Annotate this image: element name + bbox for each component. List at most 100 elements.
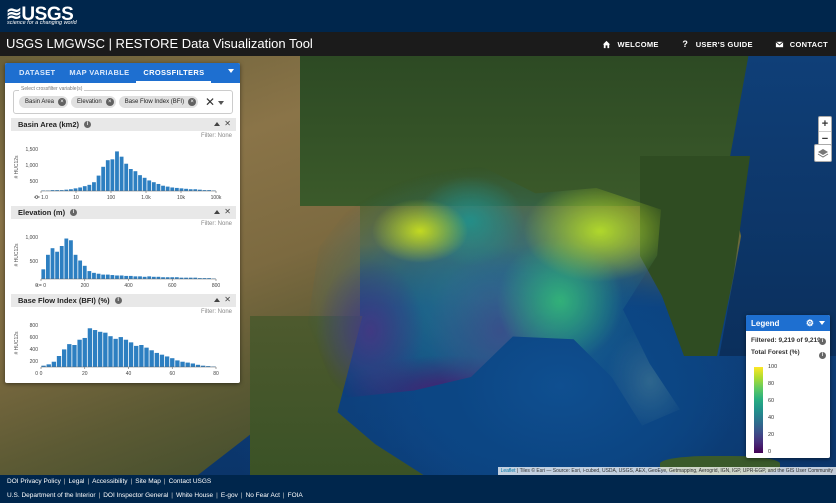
histogram-bar[interactable] [96,273,101,279]
tab-dataset[interactable]: DATASET [12,63,62,83]
histogram-bar[interactable] [179,188,184,191]
histogram-bar[interactable] [159,354,165,367]
histogram-bar[interactable] [190,363,196,367]
tab-crossfilters[interactable]: CROSSFILTERS [136,63,212,83]
histogram-bar[interactable] [164,356,170,367]
histogram-bar[interactable] [46,364,51,367]
histogram-bar[interactable] [51,361,57,367]
chip-remove-icon[interactable]: × [105,98,114,106]
histogram-bar[interactable] [133,276,138,279]
footer-link[interactable]: FOIA [288,492,303,499]
clear-selection-icon[interactable]: ✕ [205,95,215,109]
histogram-bar[interactable] [101,166,106,191]
huc12-points-layer[interactable] [307,161,680,426]
histogram-bar[interactable] [133,171,138,191]
histogram-bar[interactable] [77,339,82,367]
histogram-bar[interactable] [101,274,106,279]
tab-map-variable[interactable]: MAP VARIABLE [62,63,136,83]
collapse-card-icon[interactable] [214,298,220,302]
zoom-out-button[interactable]: − [819,131,831,145]
crossfilter-select[interactable]: Select crossfilter variable(s) Basin Are… [13,86,233,114]
histogram-bar[interactable] [103,332,108,367]
chip-bfi[interactable]: Base Flow Index (BFI) × [118,96,199,108]
gear-icon[interactable]: ⚙ [806,318,814,329]
collapse-card-icon[interactable] [214,210,220,214]
footer-link[interactable]: DOI Privacy Policy [7,478,61,485]
nav-contact[interactable]: CONTACT [775,40,828,49]
footer-link[interactable]: Site Map [135,478,161,485]
histogram-bar[interactable] [108,336,113,367]
histogram-bar[interactable] [59,246,64,279]
histogram-bar[interactable] [170,187,175,191]
leaflet-link[interactable]: Leaflet [501,468,516,474]
footer-link[interactable]: U.S. Department of the Interior [7,492,96,499]
histogram-bar[interactable] [138,276,142,279]
histogram-bar[interactable] [87,271,92,279]
close-card-icon[interactable]: ✕ [224,295,231,304]
histogram-bar[interactable] [64,238,69,279]
histogram-bar[interactable] [87,328,93,367]
histogram-bar[interactable] [147,180,152,191]
histogram-bar[interactable] [82,337,87,367]
histogram-bar[interactable] [147,276,152,279]
footer-link[interactable]: DOI Inspector General [103,492,168,499]
legend-collapse-icon[interactable] [819,321,825,325]
footer-link[interactable]: Accessibility [92,478,127,485]
histogram-bar[interactable] [185,362,190,367]
histogram-bar[interactable] [115,151,119,191]
info-icon[interactable]: i [819,338,826,345]
histogram-bar[interactable] [139,345,144,367]
histogram-bar[interactable] [72,345,77,367]
histogram-bar[interactable] [175,360,180,367]
histogram-bar[interactable] [144,347,149,367]
histogram-bar[interactable] [50,248,55,279]
histogram-bar[interactable] [154,352,159,367]
histogram-bar[interactable] [124,163,129,191]
footer-link[interactable]: Legal [69,478,85,485]
histogram-bar[interactable] [142,177,147,191]
histogram-bar[interactable] [92,182,96,191]
histogram-bar[interactable] [78,260,83,279]
chip-remove-icon[interactable]: × [58,98,67,106]
histogram-bar[interactable] [170,358,175,367]
histogram-bar[interactable] [174,187,179,191]
histogram-bar[interactable] [56,356,62,367]
histogram-bar[interactable] [142,276,147,279]
histogram-bar[interactable] [73,188,78,191]
histogram-elevation[interactable]: # HUC12s1,0005000<= 0 200 400 600 800 [11,219,236,292]
histogram-bar[interactable] [134,345,139,367]
histogram-bar[interactable] [161,185,165,191]
histogram-bar[interactable] [119,275,124,279]
histogram-bar[interactable] [180,361,185,367]
close-card-icon[interactable]: ✕ [224,207,231,216]
footer-link[interactable]: E-gov [221,492,238,499]
chip-basin-area[interactable]: Basin Area × [19,96,69,108]
info-icon[interactable]: i [819,352,826,359]
histogram-bar[interactable] [98,331,103,367]
histogram-bfi[interactable]: # HUC12s8006004002000 0 20 40 60 80 [11,307,236,380]
chip-remove-icon[interactable]: × [188,98,197,106]
histogram-bar[interactable] [115,275,119,279]
footer-link[interactable]: Contact USGS [169,478,212,485]
histogram-bar[interactable] [87,184,92,191]
histogram-bar[interactable] [82,265,87,279]
histogram-bar[interactable] [149,350,154,367]
histogram-basin-area[interactable]: # HUC12s1,5001,0005000<= 1.0 10 100 1.0k 10k… [11,131,236,204]
histogram-bar[interactable] [128,342,134,367]
histogram-bar[interactable] [195,364,201,367]
histogram-bar[interactable] [156,183,161,191]
close-card-icon[interactable]: ✕ [224,119,231,128]
histogram-bar[interactable] [156,276,161,279]
footer-link[interactable]: No Fear Act [246,492,280,499]
histogram-bar[interactable] [55,251,60,279]
histogram-bar[interactable] [110,275,115,279]
info-icon[interactable]: i [114,297,122,304]
histogram-bar[interactable] [41,269,46,279]
chip-elevation[interactable]: Elevation × [71,96,116,108]
chevron-down-icon[interactable] [218,101,224,105]
histogram-bar[interactable] [124,275,129,279]
nav-welcome[interactable]: WELCOME [602,40,658,49]
footer-link[interactable]: White House [176,492,213,499]
histogram-bar[interactable] [118,337,123,367]
histogram-bar[interactable] [96,175,101,191]
